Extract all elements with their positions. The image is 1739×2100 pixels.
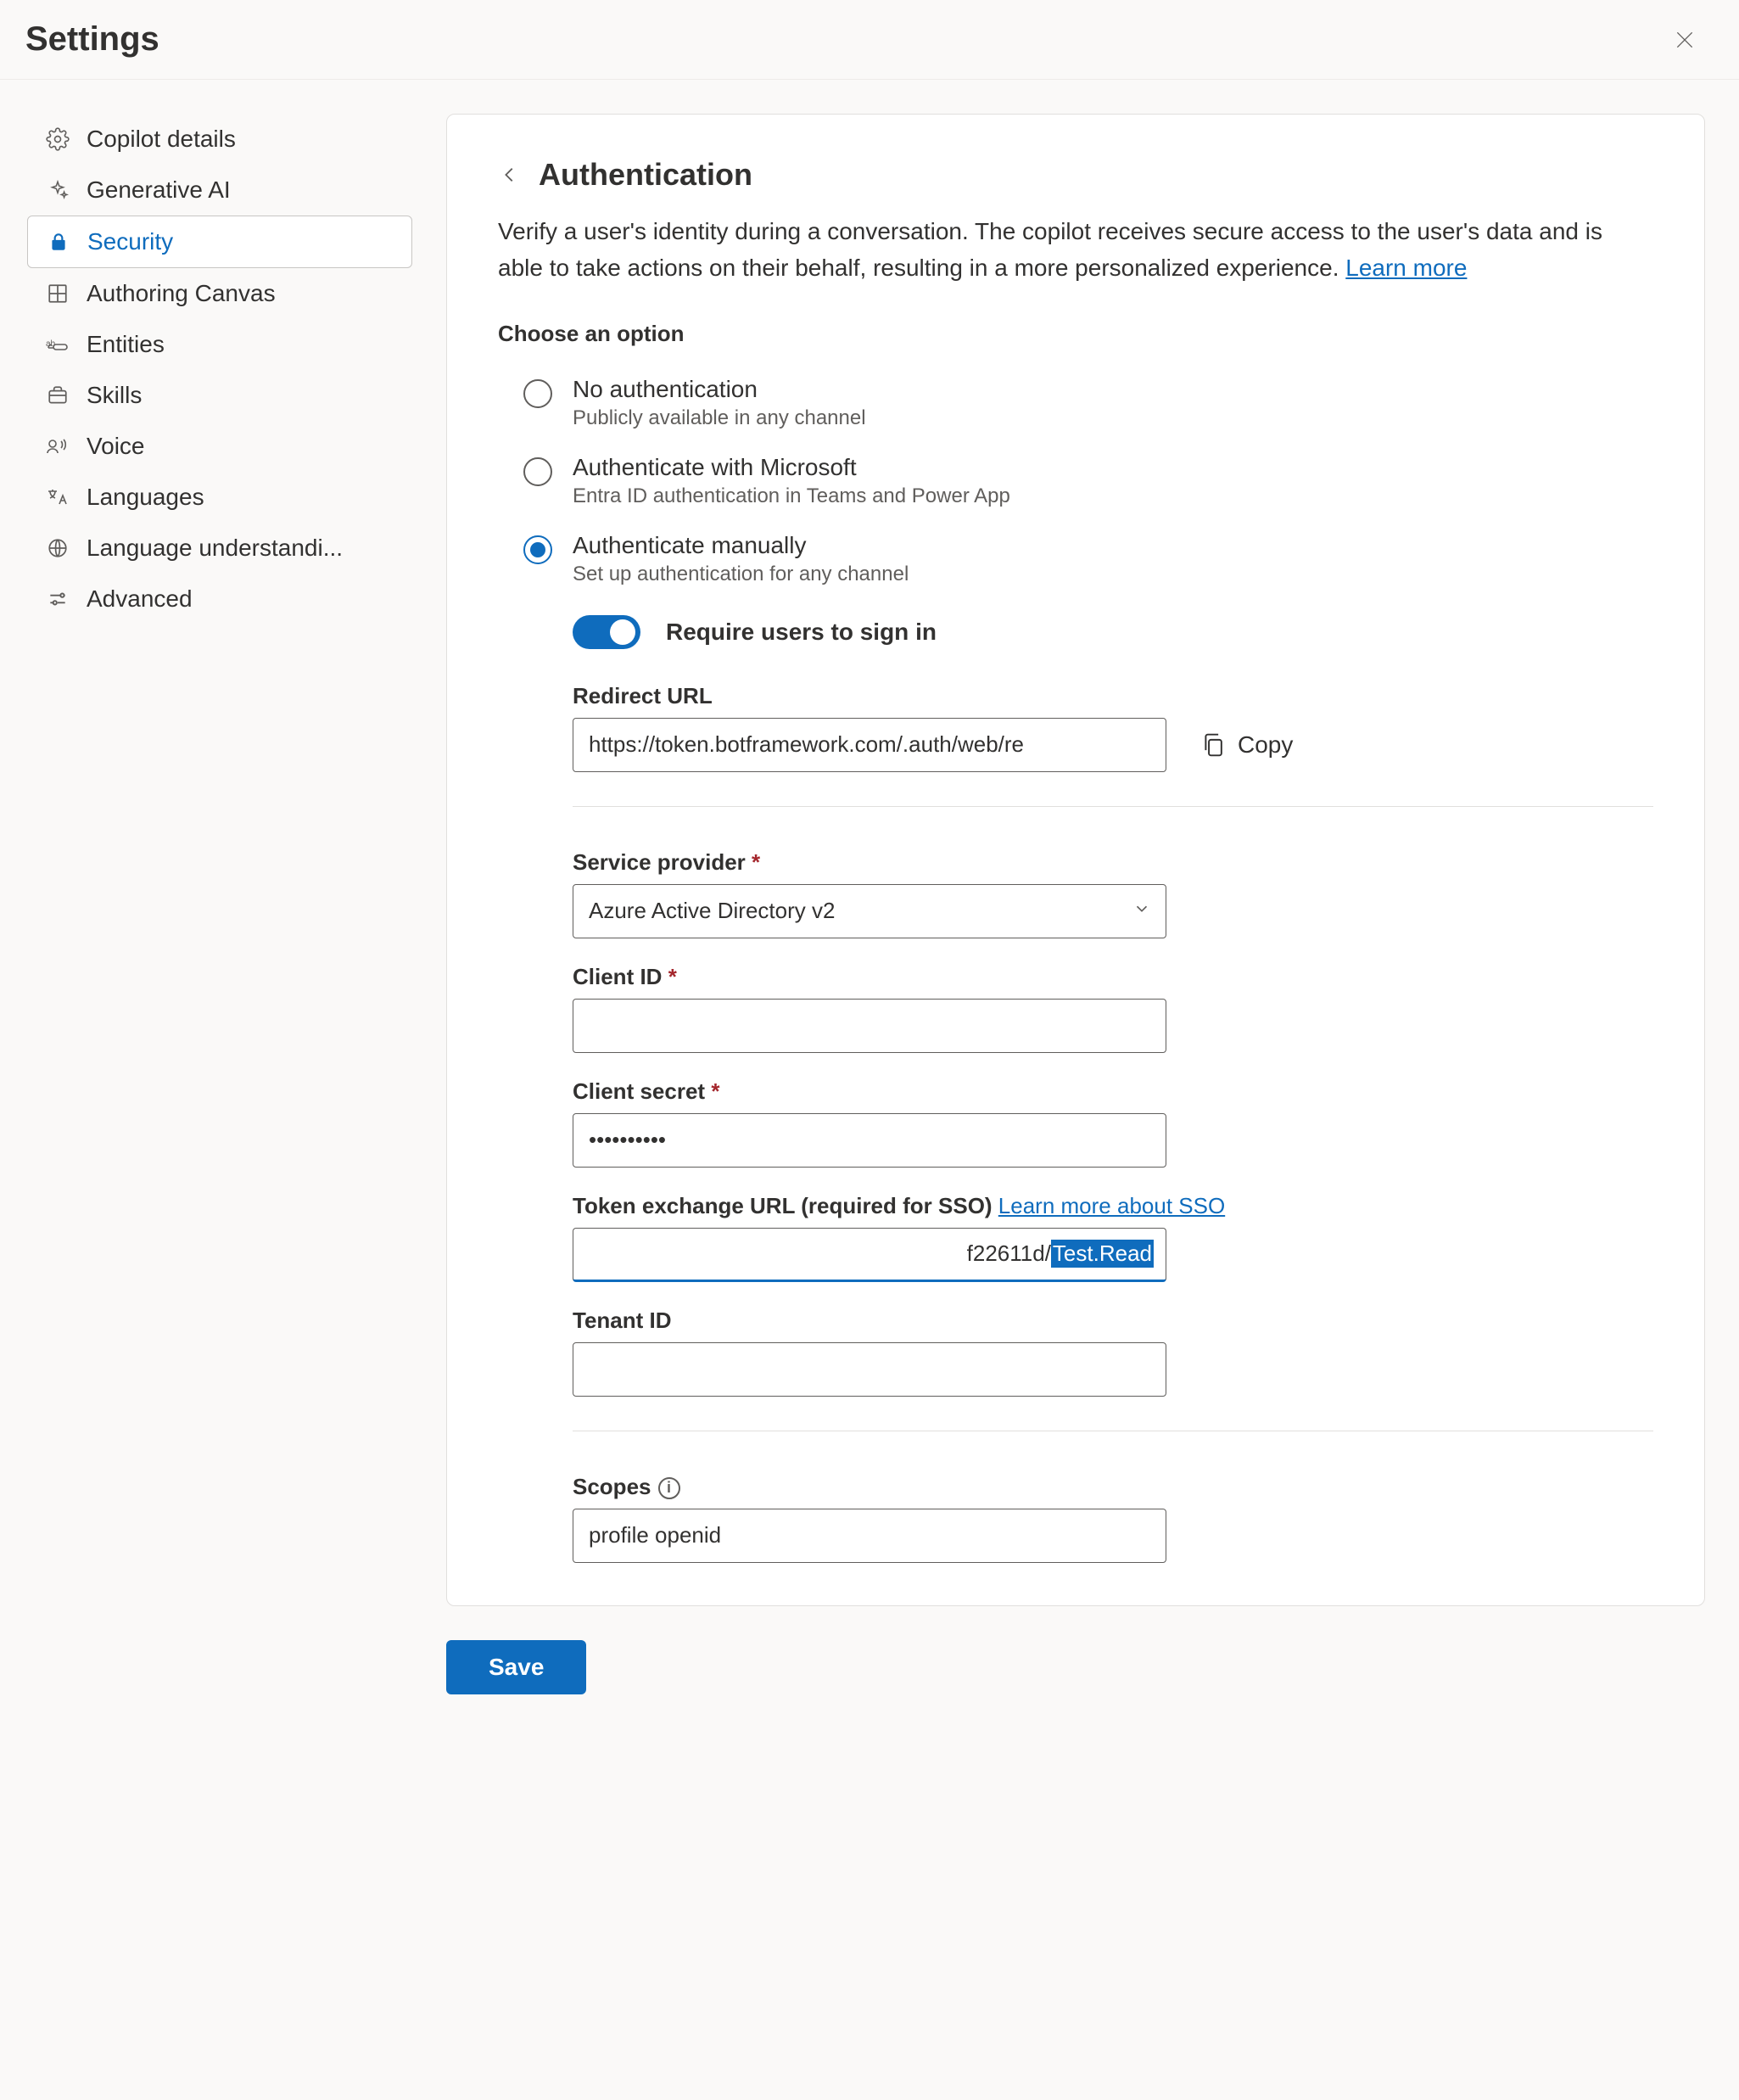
radio-sublabel: Publicly available in any channel <box>573 406 866 430</box>
sidebar-item-label: Entities <box>87 331 165 358</box>
entities-icon: ab <box>44 331 71 358</box>
token-exchange-input[interactable]: f22611d/Test.Read <box>573 1228 1166 1282</box>
scopes-label: Scopesi <box>573 1474 1653 1500</box>
copy-redirect-button[interactable]: Copy <box>1200 731 1293 759</box>
radio-label: No authentication <box>573 376 866 403</box>
service-provider-label: Service provider * <box>573 849 1653 876</box>
gear-icon <box>44 126 71 153</box>
radio-sublabel: Entra ID authentication in Teams and Pow… <box>573 484 1010 508</box>
globe-icon <box>44 535 71 562</box>
lock-icon <box>45 228 72 255</box>
token-value-selected: Test.Read <box>1051 1240 1154 1268</box>
sidebar-item-copilot-details[interactable]: Copilot details <box>27 114 412 165</box>
briefcase-icon <box>44 382 71 409</box>
sidebar-item-label: Languages <box>87 484 204 511</box>
redirect-url-input[interactable] <box>573 718 1166 772</box>
sidebar-item-label: Advanced <box>87 585 193 613</box>
sidebar-item-entities[interactable]: ab Entities <box>27 319 412 370</box>
copy-label: Copy <box>1238 731 1293 759</box>
radio-authenticate-microsoft[interactable]: Authenticate with Microsoft Entra ID aut… <box>523 442 1653 520</box>
settings-sidebar: Copilot details Generative AI Security A… <box>14 114 412 1694</box>
info-icon[interactable]: i <box>658 1477 680 1499</box>
translate-icon <box>44 484 71 511</box>
sidebar-item-language-understanding[interactable]: Language understandi... <box>27 523 412 574</box>
close-button[interactable] <box>1671 26 1698 53</box>
client-secret-input[interactable] <box>573 1113 1166 1168</box>
sidebar-item-authoring-canvas[interactable]: Authoring Canvas <box>27 268 412 319</box>
require-signin-toggle[interactable] <box>573 615 640 649</box>
scopes-input[interactable] <box>573 1509 1166 1563</box>
sidebar-item-label: Language understandi... <box>87 535 343 562</box>
auth-option-group: No authentication Publicly available in … <box>498 364 1653 598</box>
page-title: Settings <box>25 20 159 59</box>
radio-label: Authenticate manually <box>573 532 909 559</box>
learn-more-sso-link[interactable]: Learn more about SSO <box>998 1193 1225 1218</box>
sidebar-item-label: Generative AI <box>87 176 231 204</box>
radio-authenticate-manually[interactable]: Authenticate manually Set up authenticat… <box>523 520 1653 598</box>
client-id-label: Client ID * <box>573 964 1653 990</box>
sidebar-item-security[interactable]: Security <box>27 216 412 268</box>
sidebar-item-skills[interactable]: Skills <box>27 370 412 421</box>
token-exchange-label: Token exchange URL (required for SSO) Le… <box>573 1193 1653 1219</box>
divider <box>573 806 1653 807</box>
choose-option-label: Choose an option <box>498 321 1653 347</box>
sidebar-item-voice[interactable]: Voice <box>27 421 412 472</box>
grid-icon <box>44 280 71 307</box>
panel-description: Verify a user's identity during a conver… <box>498 213 1653 287</box>
settings-header: Settings <box>0 0 1739 80</box>
learn-more-link[interactable]: Learn more <box>1345 255 1467 281</box>
sidebar-item-label: Voice <box>87 433 145 460</box>
back-button[interactable] <box>498 163 522 187</box>
sliders-icon <box>44 585 71 613</box>
client-id-input[interactable] <box>573 999 1166 1053</box>
sparkle-icon <box>44 176 71 204</box>
authentication-panel: Authentication Verify a user's identity … <box>446 114 1705 1606</box>
radio-sublabel: Set up authentication for any channel <box>573 563 909 586</box>
sidebar-item-label: Security <box>87 228 173 255</box>
sidebar-item-generative-ai[interactable]: Generative AI <box>27 165 412 216</box>
client-secret-label: Client secret * <box>573 1078 1653 1105</box>
tenant-id-input[interactable] <box>573 1342 1166 1397</box>
service-provider-select[interactable] <box>573 884 1166 938</box>
voice-icon <box>44 433 71 460</box>
radio-indicator <box>523 535 552 564</box>
tenant-id-label: Tenant ID <box>573 1308 1653 1334</box>
radio-indicator <box>523 457 552 486</box>
sidebar-item-label: Authoring Canvas <box>87 280 276 307</box>
redirect-url-label: Redirect URL <box>573 683 1653 709</box>
radio-label: Authenticate with Microsoft <box>573 454 1010 481</box>
token-value-plain: f22611d/ <box>967 1240 1051 1267</box>
save-button[interactable]: Save <box>446 1640 586 1694</box>
svg-text:ab: ab <box>46 339 56 349</box>
sidebar-item-languages[interactable]: Languages <box>27 472 412 523</box>
require-signin-label: Require users to sign in <box>666 619 937 646</box>
copy-icon <box>1200 731 1226 759</box>
sidebar-item-label: Skills <box>87 382 142 409</box>
sidebar-item-advanced[interactable]: Advanced <box>27 574 412 624</box>
radio-indicator <box>523 379 552 408</box>
radio-no-authentication[interactable]: No authentication Publicly available in … <box>523 364 1653 442</box>
panel-title: Authentication <box>539 157 752 193</box>
sidebar-item-label: Copilot details <box>87 126 236 153</box>
